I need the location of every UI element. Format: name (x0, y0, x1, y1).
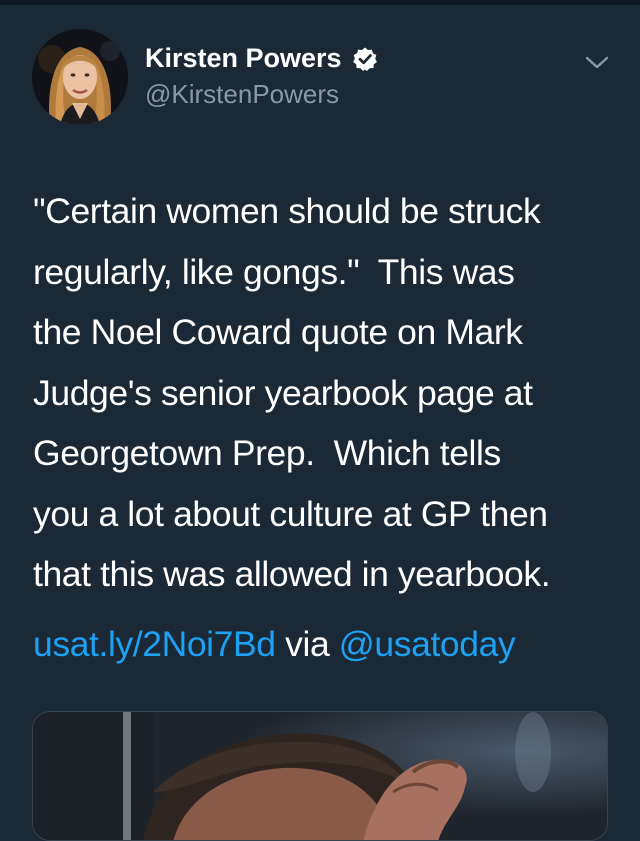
author-name-row[interactable]: Kirsten Powers (145, 43, 378, 74)
verified-badge-icon (352, 46, 378, 72)
tweet-text-line: "Certain women should be struck (33, 191, 541, 231)
tweet-text-line: that this was allowed in yearbook. (33, 554, 551, 594)
top-divider (0, 0, 640, 5)
chevron-down-icon[interactable] (582, 50, 612, 74)
tweet-text-line: the Noel Coward quote on Mark (33, 312, 523, 352)
tweet-text-line: regularly, like gongs." This was (33, 251, 515, 292)
mention-link[interactable]: @usatoday (339, 624, 516, 664)
tweet-url-link[interactable]: usat.ly/2Noi7Bd (33, 624, 276, 664)
tweet-text: "Certain women should be struck regularl… (33, 181, 623, 605)
tweet-text-line: Judge's senior yearbook page at (33, 372, 533, 413)
tweet-text-line: you a lot about culture at GP then (33, 493, 548, 534)
author-handle[interactable]: @KirstenPowers (145, 79, 339, 110)
tweet-link-line: usat.ly/2Noi7Bd via @usatoday (33, 614, 516, 674)
via-text: via (285, 624, 330, 664)
author-name[interactable]: Kirsten Powers (145, 43, 342, 74)
avatar[interactable] (32, 29, 128, 125)
tweet-text-line: Georgetown Prep. Which tells (33, 433, 501, 473)
